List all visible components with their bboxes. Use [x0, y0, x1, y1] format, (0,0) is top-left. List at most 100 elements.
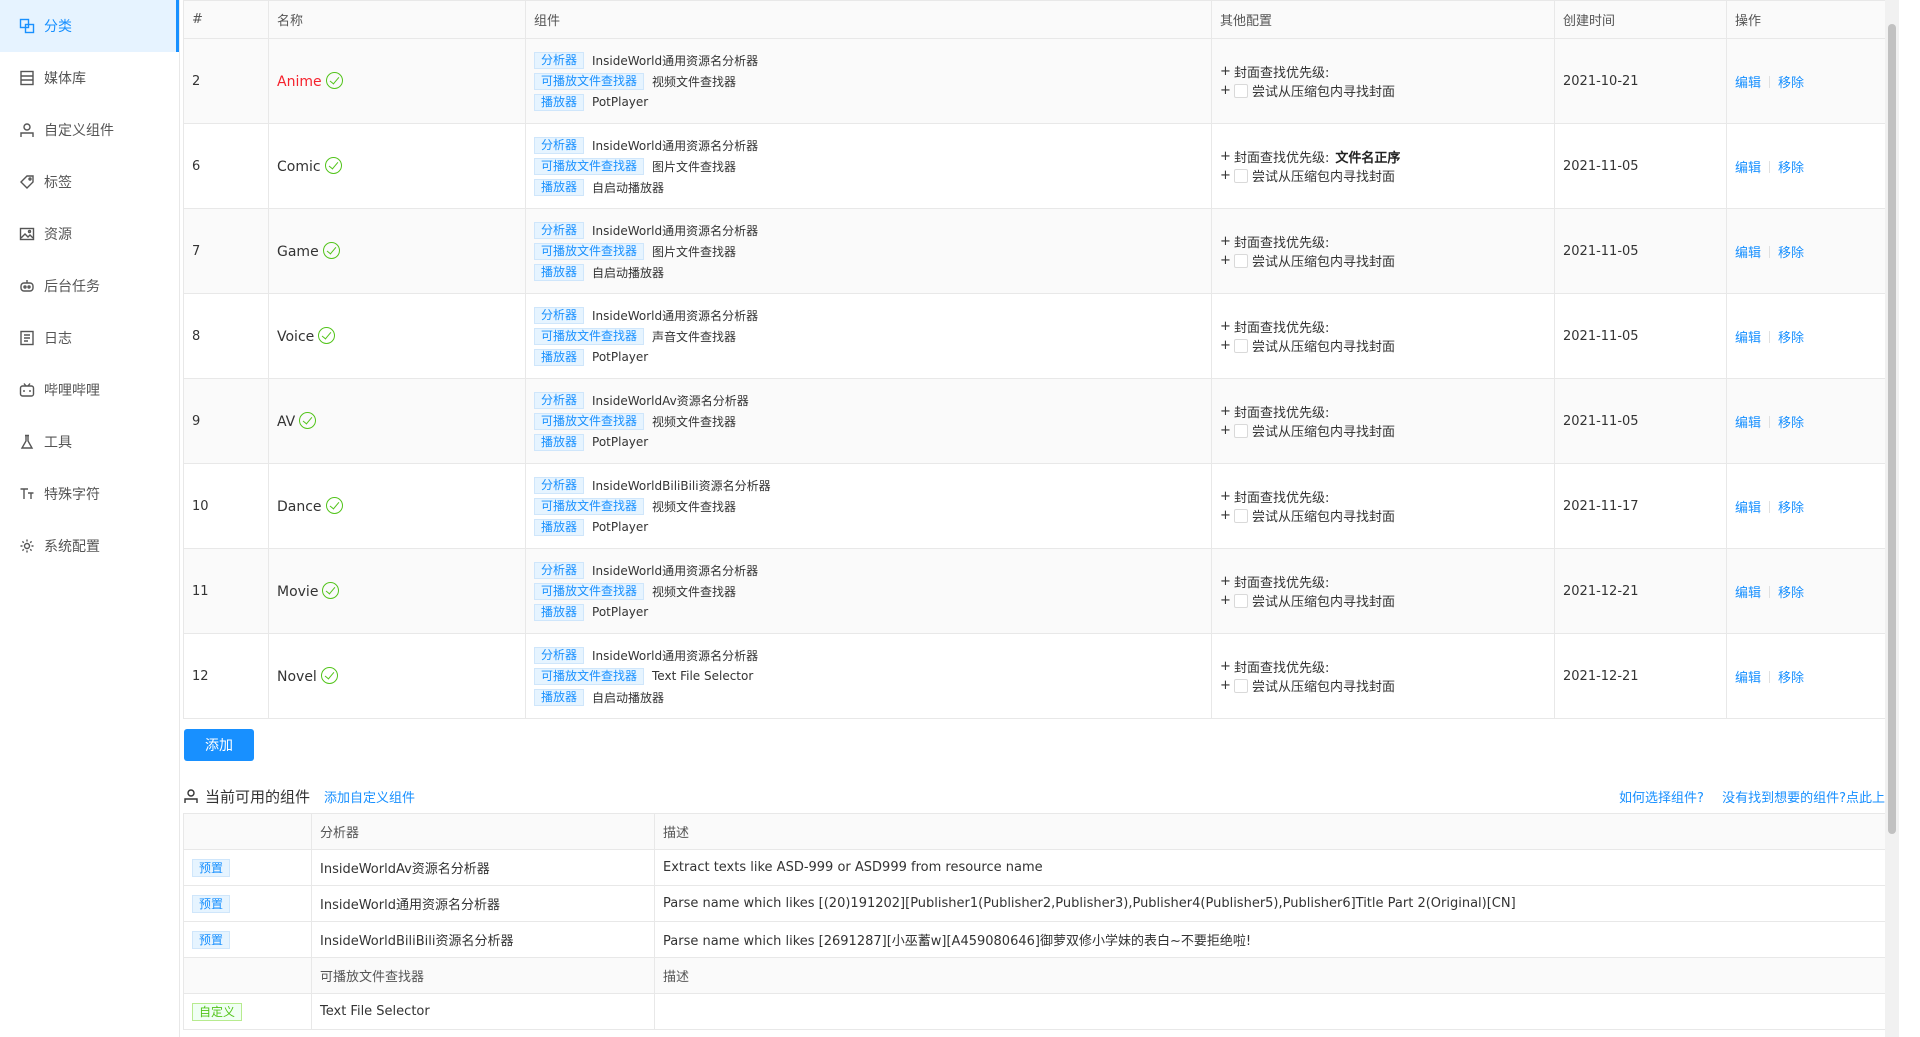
expand-plus-icon[interactable]: + [1220, 508, 1234, 523]
vertical-scrollbar[interactable] [1885, 0, 1899, 1037]
remove-link[interactable]: 移除 [1778, 586, 1804, 601]
expand-plus-icon[interactable]: + [1220, 168, 1234, 183]
edit-link[interactable]: 编辑 [1735, 161, 1761, 176]
player-tag: 播放器 [534, 263, 585, 281]
category-icon [18, 17, 36, 35]
scrollbar-thumb[interactable] [1888, 24, 1896, 834]
row-name-cell: Movie [268, 548, 526, 634]
expand-plus-icon[interactable]: + [1220, 149, 1234, 164]
sidebar-item-image[interactable]: 资源 [0, 208, 179, 260]
analyzer-name: InsideWorld通用资源名分析器 [592, 308, 759, 323]
finder-tag: 可播放文件查找器 [534, 157, 645, 175]
desc-header: 描述 [654, 957, 1899, 994]
row-id: 7 [183, 208, 269, 294]
edit-link[interactable]: 编辑 [1735, 416, 1761, 431]
main-content: # 名称 组件 其他配置 创建时间 操作 2 Anime 分析器 InsideWorl… [183, 0, 1899, 1037]
cover-priority-label: 封面查找优先级: [1234, 661, 1330, 676]
sidebar-item-label: 日志 [44, 331, 72, 347]
finder-name: 视频文件查找器 [652, 499, 737, 514]
edit-link[interactable]: 编辑 [1735, 501, 1761, 516]
try-archive-checkbox[interactable] [1234, 83, 1248, 98]
edit-link[interactable]: 编辑 [1735, 586, 1761, 601]
try-archive-checkbox[interactable] [1234, 423, 1248, 438]
try-archive-label: 尝试从压缩包内寻找封面 [1252, 340, 1396, 355]
expand-plus-icon[interactable]: + [1220, 593, 1234, 608]
bilibili-icon [18, 381, 36, 399]
cover-priority-label: 封面查找优先级: [1234, 236, 1330, 251]
divider [1769, 415, 1771, 428]
edit-link[interactable]: 编辑 [1735, 76, 1761, 91]
try-archive-checkbox[interactable] [1234, 338, 1248, 353]
try-archive-checkbox[interactable] [1234, 678, 1248, 693]
expand-plus-icon[interactable]: + [1220, 489, 1234, 504]
edit-link[interactable]: 编辑 [1735, 671, 1761, 686]
player-tag: 播放器 [534, 688, 585, 706]
row-id: 6 [183, 123, 269, 209]
row-id: 8 [183, 293, 269, 379]
remove-link[interactable]: 移除 [1778, 331, 1804, 346]
remove-link[interactable]: 移除 [1778, 246, 1804, 261]
expand-plus-icon[interactable]: + [1220, 678, 1234, 693]
try-archive-checkbox[interactable] [1234, 593, 1248, 608]
category-table: # 名称 组件 其他配置 创建时间 操作 2 Anime 分析器 InsideWorl… [183, 0, 1899, 719]
sidebar-item-label: 标签 [44, 175, 72, 191]
add-custom-component-link[interactable]: 添加自定义组件 [324, 787, 415, 806]
row-name-cell: Game [268, 208, 526, 294]
sidebar-item-category[interactable]: 分类 [0, 0, 179, 52]
sidebar-item-bilibili[interactable]: 哔哩哔哩 [0, 364, 179, 416]
try-archive-checkbox[interactable] [1234, 253, 1248, 268]
expand-plus-icon[interactable]: + [1220, 574, 1234, 589]
expand-plus-icon[interactable]: + [1220, 404, 1234, 419]
expand-plus-icon[interactable]: + [1220, 253, 1234, 268]
expand-plus-icon[interactable]: + [1220, 83, 1234, 98]
sidebar-item-tool[interactable]: 工具 [0, 416, 179, 468]
sidebar-item-log[interactable]: 日志 [0, 312, 179, 364]
expand-plus-icon[interactable]: + [1220, 659, 1234, 674]
component-name: InsideWorld通用资源名分析器 [311, 885, 655, 922]
add-category-button[interactable]: 添加 [184, 729, 254, 761]
try-archive-checkbox[interactable] [1234, 508, 1248, 523]
row-id: 9 [183, 378, 269, 464]
remove-link[interactable]: 移除 [1778, 416, 1804, 431]
row-components: 分析器 InsideWorld通用资源名分析器 可播放文件查找器 视频文件查找器 播放器… [525, 548, 1212, 634]
row-name-cell: AV [268, 378, 526, 464]
remove-link[interactable]: 移除 [1778, 161, 1804, 176]
player-tag: 播放器 [534, 178, 585, 196]
sidebar-item-gear[interactable]: 系统配置 [0, 520, 179, 572]
cover-priority-value: 文件名正序 [1335, 151, 1401, 166]
finder-tag: 可播放文件查找器 [534, 412, 645, 430]
finder-tag: 可播放文件查找器 [534, 497, 645, 515]
table-header-row: # 名称 组件 其他配置 创建时间 操作 [183, 0, 1899, 39]
expand-plus-icon[interactable]: + [1220, 234, 1234, 249]
remove-link[interactable]: 移除 [1778, 76, 1804, 91]
component-name: InsideWorldAv资源名分析器 [311, 849, 655, 886]
sidebar-item-label: 自定义组件 [44, 123, 114, 139]
expand-plus-icon[interactable]: + [1220, 319, 1234, 334]
remove-link[interactable]: 移除 [1778, 671, 1804, 686]
component-desc: Parse name which likes [(20)191202][Publ… [654, 885, 1899, 922]
expand-plus-icon[interactable]: + [1220, 64, 1234, 79]
row-actions: 编辑 移除 [1726, 463, 1899, 549]
sidebar-item-robot[interactable]: 后台任务 [0, 260, 179, 312]
how-to-choose-link[interactable]: 如何选择组件? [1619, 791, 1704, 806]
component-name: Text File Selector [311, 993, 655, 1030]
expand-plus-icon[interactable]: + [1220, 338, 1234, 353]
remove-link[interactable]: 移除 [1778, 501, 1804, 516]
sidebar-item-text[interactable]: 特殊字符 [0, 468, 179, 520]
component-tag-cell: 预置 [183, 921, 312, 958]
edit-link[interactable]: 编辑 [1735, 331, 1761, 346]
player-tag: 播放器 [534, 433, 585, 451]
sidebar-item-label: 媒体库 [44, 71, 86, 87]
sidebar-item-component[interactable]: 自定义组件 [0, 104, 179, 156]
sidebar-item-tag[interactable]: 标签 [0, 156, 179, 208]
row-name-cell: Voice [268, 293, 526, 379]
expand-plus-icon[interactable]: + [1220, 423, 1234, 438]
sidebar-item-library[interactable]: 媒体库 [0, 52, 179, 104]
try-archive-checkbox[interactable] [1234, 168, 1248, 183]
report-component-link[interactable]: 没有找到想要的组件?点此上报 [1722, 791, 1898, 806]
component-icon [184, 789, 198, 803]
edit-link[interactable]: 编辑 [1735, 246, 1761, 261]
row-actions: 编辑 移除 [1726, 548, 1899, 634]
analyzer-tag: 分析器 [534, 646, 585, 664]
sidebar-item-label: 特殊字符 [44, 487, 100, 503]
